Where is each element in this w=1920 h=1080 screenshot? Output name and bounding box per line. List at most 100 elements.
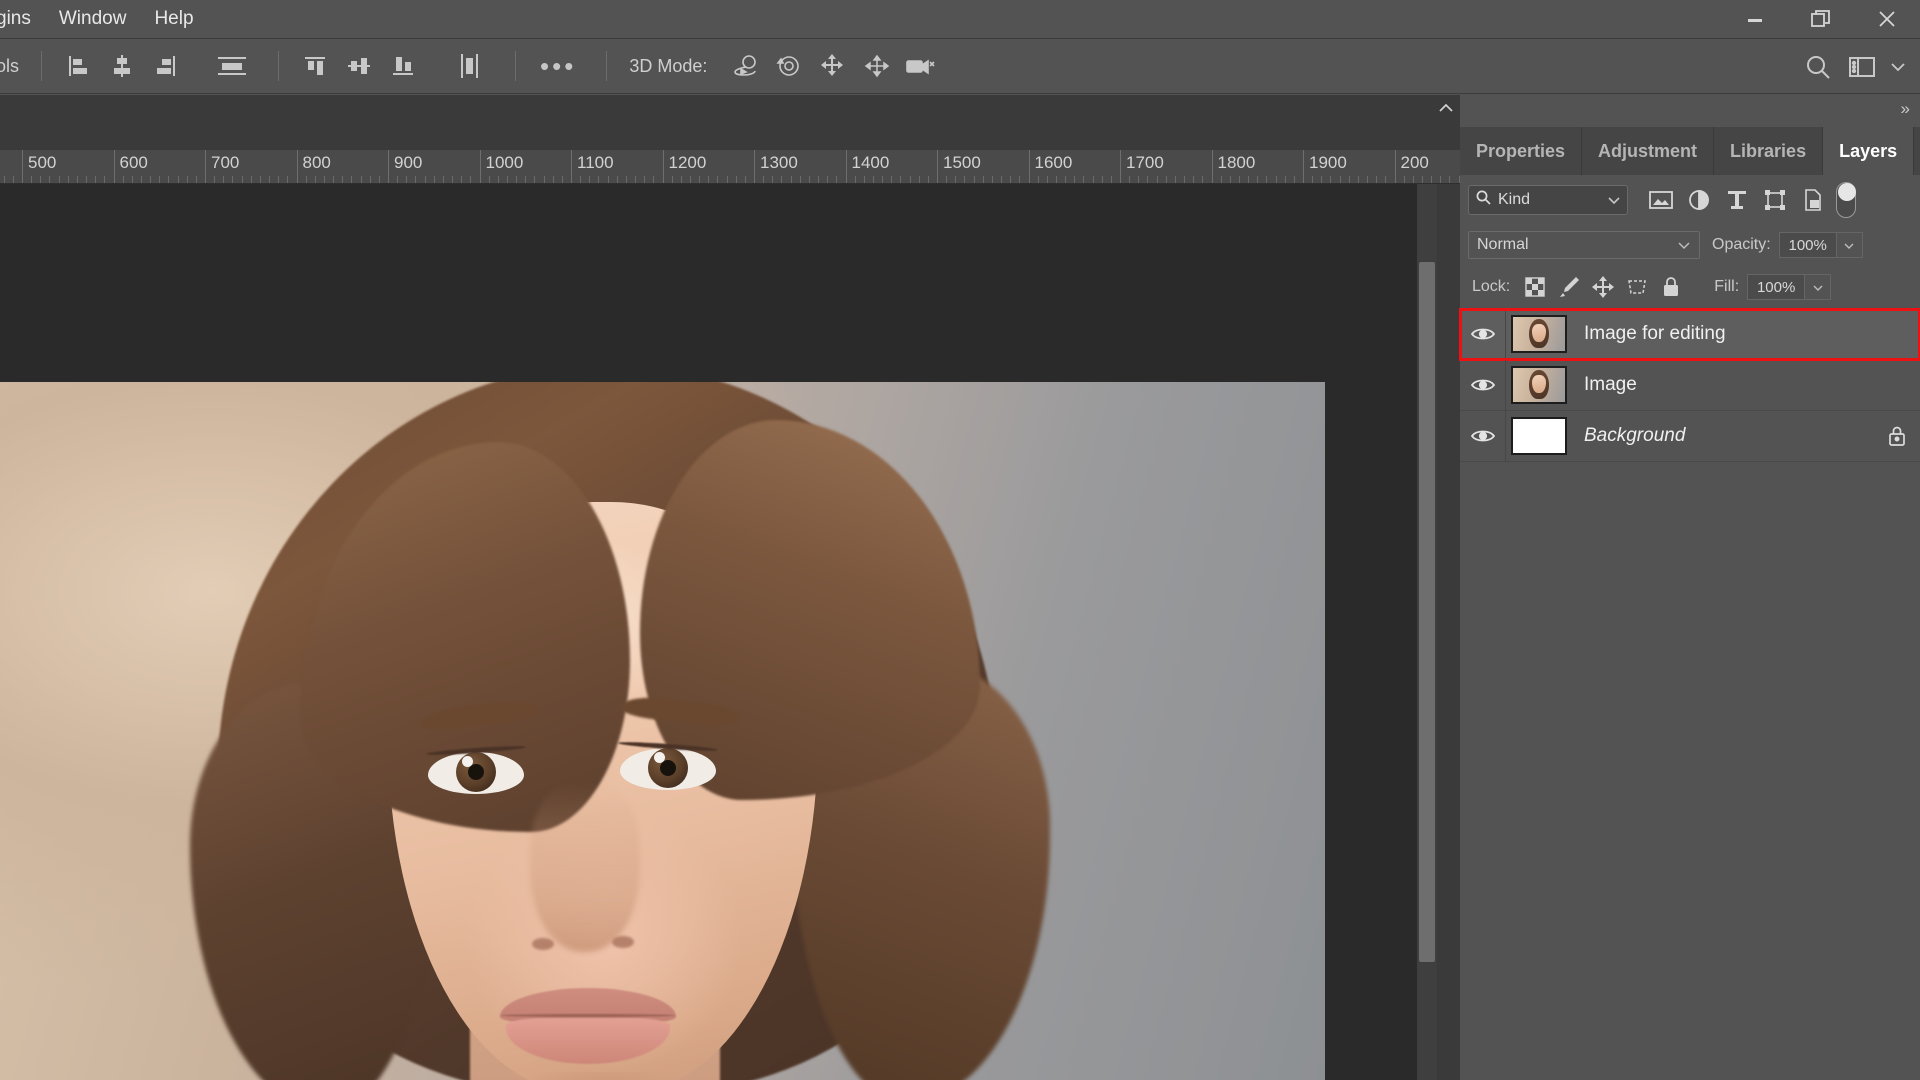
chevron-down-icon[interactable] bbox=[1607, 193, 1621, 208]
chevron-down-icon[interactable] bbox=[1677, 238, 1691, 253]
orbit-3d-icon[interactable] bbox=[723, 46, 767, 86]
layer-name[interactable]: Image bbox=[1572, 374, 1874, 396]
more-options-button[interactable]: ••• bbox=[530, 53, 586, 79]
horizontal-ruler[interactable]: 500 600 700 800 900 1000 1100 1200 1300 1400 1500 1… bbox=[0, 150, 1460, 184]
layer-name[interactable]: Image for editing bbox=[1572, 323, 1874, 345]
filter-kind-select[interactable]: Kind bbox=[1468, 185, 1628, 215]
layer-list: Image for editing Image Background bbox=[1459, 308, 1920, 509]
ruler-minor-tick bbox=[918, 176, 920, 183]
ruler-minor-tick bbox=[1092, 176, 1094, 183]
opacity-input[interactable]: 100% bbox=[1778, 232, 1837, 258]
chevron-up-icon[interactable] bbox=[1436, 101, 1456, 119]
menu-item-help[interactable]: Help bbox=[140, 0, 207, 38]
align-bottom-edges-icon[interactable] bbox=[381, 46, 425, 86]
filter-adjustment-layers-icon[interactable] bbox=[1680, 183, 1718, 217]
ruler-minor-tick bbox=[561, 176, 563, 183]
chevron-down-icon[interactable] bbox=[1884, 47, 1912, 87]
ruler-minor-tick bbox=[1065, 176, 1067, 183]
lock-transparent-pixels-icon[interactable] bbox=[1518, 272, 1552, 302]
blend-mode-select[interactable]: Normal bbox=[1468, 231, 1700, 259]
filter-smart-object-icon[interactable] bbox=[1794, 183, 1832, 217]
align-left-edges-icon[interactable] bbox=[56, 46, 100, 86]
ruler-minor-tick bbox=[159, 176, 161, 183]
layer-visibility-toggle[interactable] bbox=[1460, 411, 1506, 461]
lock-label: Lock: bbox=[1472, 278, 1511, 295]
ruler-tick: 600 bbox=[113, 150, 148, 183]
ruler-tick: 1200 bbox=[662, 150, 706, 183]
fill-stepper[interactable] bbox=[1805, 274, 1832, 300]
layer-visibility-toggle[interactable] bbox=[1460, 309, 1506, 359]
workspace-icon[interactable] bbox=[1840, 47, 1884, 87]
document-canvas[interactable]: CTRL+J bbox=[0, 184, 1425, 1080]
layer-visibility-toggle[interactable] bbox=[1460, 360, 1506, 410]
menu-item-plugins[interactable]: gins bbox=[0, 0, 45, 38]
table-row[interactable]: Background bbox=[1460, 411, 1920, 462]
divider bbox=[515, 51, 517, 81]
ruler-tick-label: 1200 bbox=[668, 153, 707, 172]
slide-3d-icon[interactable] bbox=[855, 46, 899, 86]
ruler-minor-tick bbox=[1293, 176, 1295, 183]
distribute-horizontal-icon[interactable] bbox=[447, 46, 491, 86]
lock-artboard-nesting-icon[interactable] bbox=[1620, 272, 1654, 302]
restore-button[interactable] bbox=[1788, 0, 1854, 38]
filter-pixel-layers-icon[interactable] bbox=[1642, 183, 1680, 217]
ruler-minor-tick bbox=[744, 176, 746, 183]
opacity-stepper[interactable] bbox=[1836, 232, 1863, 258]
layer-name[interactable]: Background bbox=[1572, 425, 1874, 447]
tab-adjustment[interactable]: Adjustment bbox=[1582, 127, 1715, 175]
close-button[interactable] bbox=[1854, 0, 1920, 38]
lock-position-icon[interactable] bbox=[1586, 272, 1620, 302]
ruler-minor-tick bbox=[872, 176, 874, 183]
ruler-minor-tick bbox=[1202, 176, 1204, 183]
ruler-minor-tick bbox=[442, 176, 444, 183]
ruler-minor-tick bbox=[726, 176, 728, 183]
ruler-minor-tick bbox=[763, 176, 765, 183]
ruler-tick-label: 1900 bbox=[1309, 153, 1347, 172]
table-row[interactable]: Image bbox=[1460, 360, 1920, 411]
ruler-tick-label: 1500 bbox=[943, 153, 981, 172]
ruler-tick: 900 bbox=[388, 150, 422, 183]
minimize-button[interactable] bbox=[1722, 0, 1788, 38]
ruler-tick-label: 1400 bbox=[851, 153, 890, 172]
ruler-minor-tick bbox=[140, 176, 142, 183]
pan-3d-icon[interactable] bbox=[811, 46, 855, 86]
ruler-minor-tick bbox=[1321, 176, 1323, 183]
distribute-vertical-centers-icon[interactable] bbox=[210, 46, 254, 86]
layer-thumbnail[interactable] bbox=[1506, 417, 1572, 455]
ruler-tick-label: 800 bbox=[302, 153, 331, 172]
filter-type-layers-icon[interactable] bbox=[1718, 183, 1756, 217]
ruler-minor-tick bbox=[67, 176, 69, 183]
lock-icon[interactable] bbox=[1874, 425, 1920, 447]
roll-3d-icon[interactable] bbox=[767, 46, 811, 86]
align-vertical-centers-icon[interactable] bbox=[337, 46, 381, 86]
hamburger-icon[interactable] bbox=[1914, 127, 1920, 175]
ruler-minor-tick bbox=[644, 176, 646, 183]
scrollbar-thumb[interactable] bbox=[1419, 262, 1435, 962]
layer-filter-row: Kind bbox=[1460, 175, 1920, 225]
lock-all-icon[interactable] bbox=[1654, 272, 1688, 302]
filter-toggle-switch[interactable] bbox=[1836, 182, 1856, 218]
menu-item-window[interactable]: Window bbox=[45, 0, 141, 38]
table-row[interactable]: Image for editing bbox=[1459, 308, 1920, 361]
ruler-minor-tick bbox=[973, 176, 975, 183]
camera-3d-icon[interactable] bbox=[899, 46, 943, 86]
lock-image-pixels-icon[interactable] bbox=[1552, 272, 1586, 302]
layer-thumbnail[interactable] bbox=[1506, 315, 1572, 353]
vertical-scrollbar[interactable] bbox=[1417, 184, 1437, 1080]
layers-panel: Kind Normal Opacity: 100% Lock: Fill: 10… bbox=[1459, 175, 1920, 1080]
search-icon[interactable] bbox=[1796, 47, 1840, 87]
tab-properties[interactable]: Properties bbox=[1460, 127, 1583, 175]
expand-panels-icon[interactable]: » bbox=[1901, 99, 1910, 119]
align-horizontal-centers-icon[interactable] bbox=[100, 46, 144, 86]
tab-layers[interactable]: Layers bbox=[1823, 127, 1915, 175]
fill-input[interactable]: 100% bbox=[1747, 274, 1806, 300]
tab-libraries[interactable]: Libraries bbox=[1714, 127, 1824, 175]
ruler-tick-label: 1300 bbox=[760, 153, 798, 172]
layer-thumbnail[interactable] bbox=[1506, 366, 1572, 404]
ruler-minor-tick bbox=[1275, 176, 1277, 183]
align-top-edges-icon[interactable] bbox=[293, 46, 337, 86]
align-right-edges-icon[interactable] bbox=[144, 46, 188, 86]
filter-shape-layers-icon[interactable] bbox=[1756, 183, 1794, 217]
ruler-minor-tick bbox=[1220, 176, 1222, 183]
ruler-tick: 1600 bbox=[1028, 150, 1072, 183]
